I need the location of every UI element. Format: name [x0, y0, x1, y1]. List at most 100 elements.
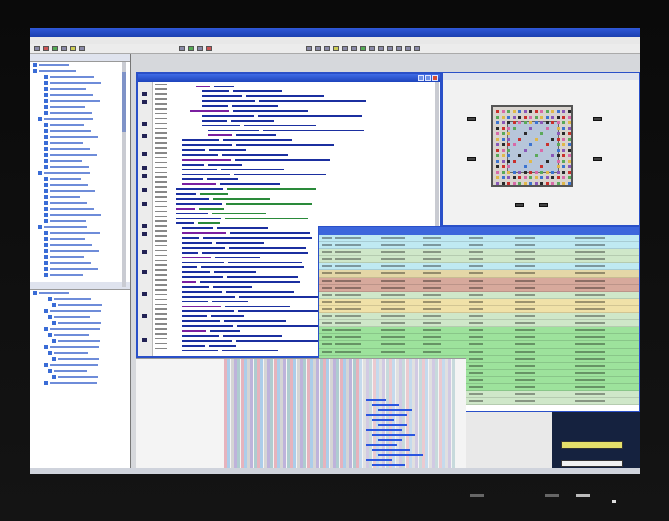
- package-pin[interactable]: [512, 126, 516, 130]
- package-pin[interactable]: [567, 115, 571, 119]
- package-pin[interactable]: [534, 154, 538, 157]
- package-pin[interactable]: [562, 115, 565, 119]
- table-row[interactable]: [319, 348, 639, 356]
- package-pin[interactable]: [507, 115, 510, 119]
- package-pin[interactable]: [551, 115, 554, 119]
- package-pin[interactable]: [556, 159, 560, 163]
- table-row[interactable]: [319, 298, 639, 306]
- package-pin[interactable]: [545, 126, 549, 130]
- package-pin[interactable]: [567, 143, 571, 146]
- package-pin[interactable]: [556, 176, 560, 179]
- package-pin[interactable]: [551, 181, 554, 185]
- package-pin[interactable]: [523, 121, 527, 124]
- package-pin[interactable]: [512, 181, 516, 185]
- package-pin[interactable]: [512, 121, 516, 124]
- breakpoint-icon[interactable]: [142, 314, 147, 318]
- toolbar-icon[interactable]: [405, 46, 411, 51]
- package-pin[interactable]: [512, 143, 516, 146]
- package-pin[interactable]: [545, 110, 549, 113]
- breakpoint-icon[interactable]: [142, 232, 147, 236]
- package-pin[interactable]: [556, 165, 560, 168]
- table-row[interactable]: [319, 313, 639, 321]
- tree-scrollbar-thumb[interactable]: [122, 72, 126, 132]
- package-pin[interactable]: [545, 170, 549, 174]
- package-pin[interactable]: [540, 110, 543, 113]
- breakpoint-icon[interactable]: [142, 122, 147, 126]
- package-pin[interactable]: [501, 132, 505, 135]
- package-pin[interactable]: [556, 115, 560, 119]
- maximize-icon[interactable]: [425, 75, 431, 81]
- toolbar-icon[interactable]: [34, 46, 40, 51]
- package-pin[interactable]: [496, 154, 499, 157]
- package-pin[interactable]: [529, 115, 532, 119]
- package-pin[interactable]: [496, 159, 499, 163]
- breakpoint-icon[interactable]: [142, 250, 147, 254]
- table-row[interactable]: [319, 305, 639, 314]
- breakpoint-icon[interactable]: [142, 100, 147, 104]
- breakpoint-icon[interactable]: [142, 202, 147, 206]
- package-pin[interactable]: [556, 126, 560, 130]
- package-pin[interactable]: [540, 170, 543, 174]
- table-row[interactable]: [319, 235, 639, 243]
- package-pin[interactable]: [523, 176, 527, 179]
- package-pin[interactable]: [529, 110, 532, 113]
- table-row[interactable]: [319, 249, 639, 257]
- package-pin[interactable]: [512, 170, 516, 174]
- tree-scrollbar[interactable]: [122, 62, 126, 287]
- monitor-button[interactable]: [545, 494, 559, 497]
- toolbar-icon[interactable]: [188, 46, 194, 51]
- package-pin[interactable]: [501, 137, 505, 141]
- package-pin[interactable]: [567, 154, 571, 157]
- package-pin[interactable]: [518, 176, 521, 179]
- toolbar-icon[interactable]: [179, 46, 185, 51]
- package-pin[interactable]: [562, 165, 565, 168]
- breakpoint-icon[interactable]: [142, 134, 147, 138]
- package-pin[interactable]: [496, 132, 499, 135]
- package-pin[interactable]: [556, 143, 560, 146]
- package-pin[interactable]: [523, 132, 527, 135]
- package-pin[interactable]: [556, 132, 560, 135]
- package-pin[interactable]: [567, 181, 571, 185]
- package-pin[interactable]: [501, 176, 505, 179]
- package-pin[interactable]: [551, 121, 554, 124]
- package-pin[interactable]: [518, 121, 521, 124]
- package-pin[interactable]: [556, 181, 560, 185]
- package-pin[interactable]: [512, 176, 516, 179]
- package-pin[interactable]: [501, 115, 505, 119]
- action-button[interactable]: [561, 441, 623, 449]
- package-pin[interactable]: [501, 165, 505, 168]
- tree-item[interactable]: [30, 272, 130, 278]
- table-row[interactable]: [319, 256, 639, 264]
- secondary-button[interactable]: [561, 460, 623, 467]
- breakpoint-icon[interactable]: [142, 270, 147, 274]
- package-pin[interactable]: [523, 110, 527, 113]
- toolbar-icon[interactable]: [43, 46, 49, 51]
- package-pin[interactable]: [496, 143, 499, 146]
- package-pin[interactable]: [529, 176, 532, 179]
- package-pin[interactable]: [507, 137, 510, 141]
- toolbar-icon[interactable]: [396, 46, 402, 51]
- package-pin[interactable]: [551, 110, 554, 113]
- package-pin[interactable]: [562, 181, 565, 185]
- package-pin[interactable]: [496, 137, 499, 141]
- package-pin[interactable]: [562, 121, 565, 124]
- package-pin[interactable]: [529, 143, 532, 146]
- package-pin[interactable]: [501, 148, 505, 152]
- toolbar-icon[interactable]: [79, 46, 85, 51]
- breakpoint-icon[interactable]: [142, 292, 147, 296]
- toolbar-icon[interactable]: [387, 46, 393, 51]
- package-pin[interactable]: [518, 137, 521, 141]
- package-pin[interactable]: [562, 143, 565, 146]
- package-pin[interactable]: [545, 181, 549, 185]
- package-pin[interactable]: [501, 154, 505, 157]
- package-pin[interactable]: [556, 154, 560, 157]
- package-pin[interactable]: [501, 181, 505, 185]
- package-pin[interactable]: [545, 143, 549, 146]
- main-window-titlebar[interactable]: [30, 28, 640, 37]
- toolbar-icon[interactable]: [351, 46, 357, 51]
- package-pin[interactable]: [567, 110, 571, 113]
- breakpoint-icon[interactable]: [142, 224, 147, 228]
- package-pin[interactable]: [507, 181, 510, 185]
- package-pin[interactable]: [567, 165, 571, 168]
- package-pin[interactable]: [567, 159, 571, 163]
